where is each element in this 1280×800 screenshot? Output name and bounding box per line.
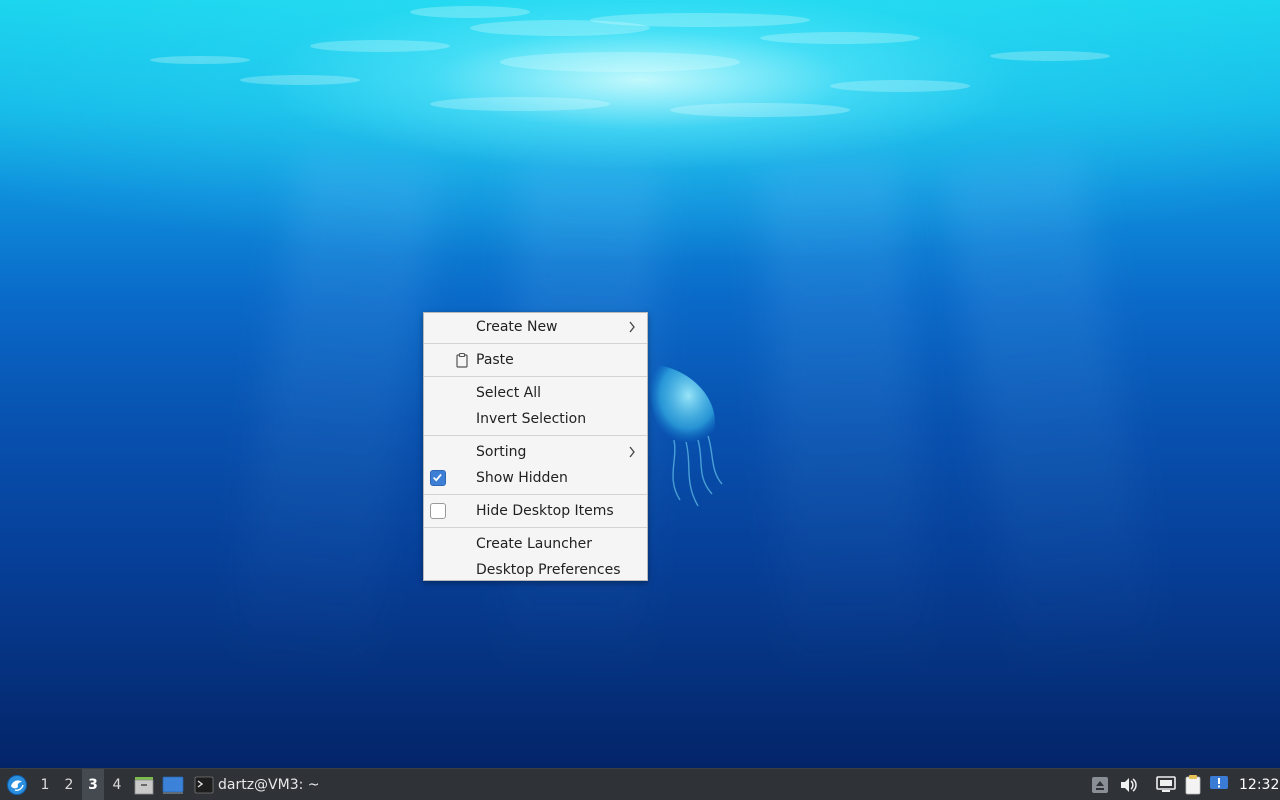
light-ray xyxy=(228,150,440,685)
menu-separator xyxy=(424,343,647,344)
task-title: dartz@VM3: ~ xyxy=(218,777,320,793)
show-desktop-icon xyxy=(162,776,184,794)
menu-item-show-hidden[interactable]: Show Hidden xyxy=(424,465,647,491)
eject-button[interactable] xyxy=(1090,769,1110,800)
notification-indicator[interactable] xyxy=(1208,769,1230,800)
menu-item-paste[interactable]: Paste xyxy=(424,347,647,373)
volume-icon xyxy=(1121,778,1137,792)
terminal-icon xyxy=(194,776,214,794)
light-ray xyxy=(760,156,928,683)
lxqt-menu-icon xyxy=(7,775,27,795)
menu-item-label: Show Hidden xyxy=(476,470,568,486)
menu-item-hide-desktop-items[interactable]: Hide Desktop Items xyxy=(424,498,647,524)
volume-control[interactable] xyxy=(1117,769,1139,800)
menu-item-create-new[interactable]: Create New xyxy=(424,314,647,340)
menu-item-label: Select All xyxy=(476,385,541,401)
menu-item-invert-selection[interactable]: Invert Selection xyxy=(424,406,647,432)
workspace-4[interactable]: 4 xyxy=(106,769,128,800)
menu-separator xyxy=(424,527,647,528)
clipboard-icon xyxy=(456,352,468,368)
checkbox-unchecked[interactable] xyxy=(430,503,446,519)
menu-item-create-launcher[interactable]: Create Launcher xyxy=(424,531,647,557)
menu-item-label: Create New xyxy=(476,319,558,335)
menu-item-desktop-preferences[interactable]: Desktop Preferences xyxy=(424,557,647,583)
eject-icon xyxy=(1092,777,1108,793)
menu-item-label: Desktop Preferences xyxy=(476,562,621,578)
workspace-2[interactable]: 2 xyxy=(58,769,80,800)
workspace-1[interactable]: 1 xyxy=(34,769,56,800)
file-manager-icon xyxy=(134,777,154,795)
checkmark-icon xyxy=(433,473,442,482)
menu-item-label: Paste xyxy=(476,352,514,368)
menu-separator xyxy=(424,376,647,377)
menu-item-sorting[interactable]: Sorting xyxy=(424,439,647,465)
start-menu-button[interactable] xyxy=(4,769,30,800)
checkbox-checked[interactable] xyxy=(430,470,446,486)
clock[interactable]: 12:32 xyxy=(1239,769,1279,800)
workspace-3[interactable]: 3 xyxy=(82,769,104,800)
task-button-terminal[interactable]: dartz@VM3: ~ xyxy=(192,769,322,800)
wallpaper-caustics xyxy=(150,6,1110,117)
menu-separator xyxy=(424,494,647,495)
menu-item-label: Invert Selection xyxy=(476,411,587,427)
light-ray xyxy=(940,149,1161,685)
menu-item-select-all[interactable]: Select All xyxy=(424,380,647,406)
show-desktop-launcher[interactable] xyxy=(162,769,184,800)
chevron-right-icon xyxy=(629,321,635,333)
menu-item-label: Sorting xyxy=(476,444,527,460)
notification-icon xyxy=(1210,776,1228,789)
menu-item-label: Hide Desktop Items xyxy=(476,503,614,519)
clipboard-tray-icon xyxy=(1185,775,1201,795)
menu-separator xyxy=(424,435,647,436)
file-manager-launcher[interactable] xyxy=(133,769,155,800)
chevron-right-icon xyxy=(629,446,635,458)
network-indicator[interactable] xyxy=(1154,769,1178,800)
network-icon xyxy=(1156,776,1176,792)
desktop-context-menu: Create New Paste Select All Invert Selec… xyxy=(423,312,648,581)
clipboard-manager[interactable] xyxy=(1182,769,1204,800)
menu-item-label: Create Launcher xyxy=(476,536,593,552)
taskbar: 1 2 3 4 dartz@VM3: ~ 12:32 xyxy=(0,768,1280,800)
